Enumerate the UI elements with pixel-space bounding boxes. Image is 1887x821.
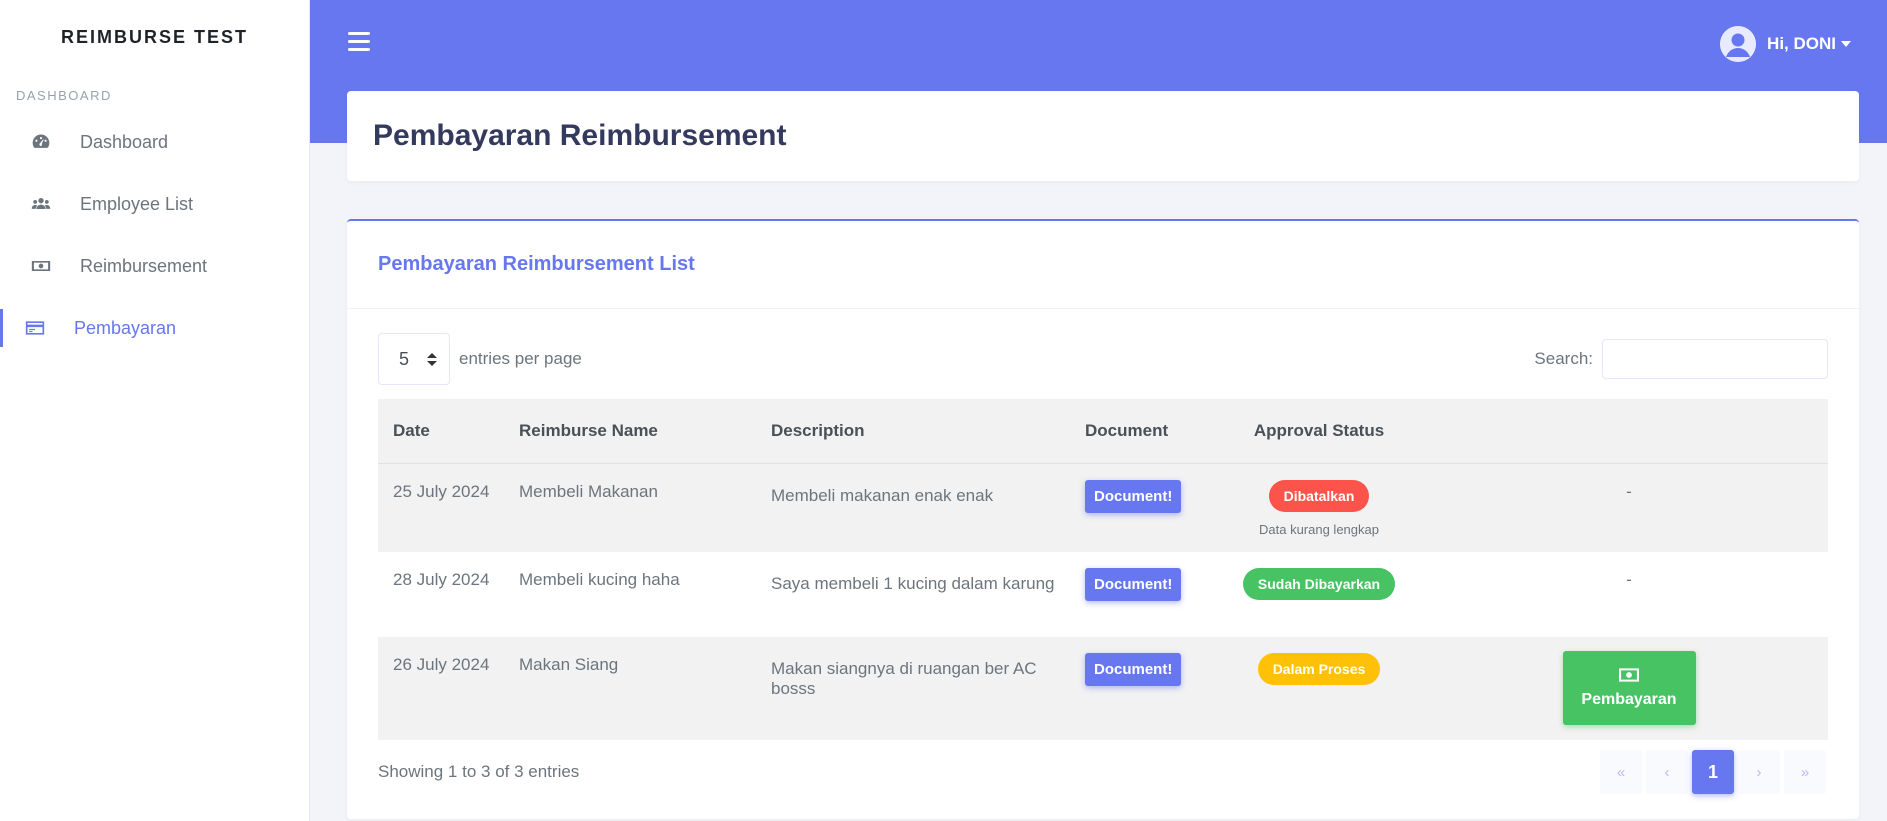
caret-down-icon [1841, 41, 1851, 47]
money-bill-icon [30, 255, 52, 277]
column-header-description[interactable]: Description [756, 399, 1070, 463]
user-menu-dropdown[interactable]: Hi, DONI [1720, 26, 1851, 62]
sidebar-item-reimbursement[interactable]: Reimbursement [0, 235, 309, 297]
pagination-page-button[interactable]: 1 [1692, 750, 1734, 794]
cell-reimburse-name: Makan Siang [519, 655, 619, 674]
document-button[interactable]: Document! [1085, 568, 1182, 601]
cell-action: Pembayaran [1430, 637, 1828, 740]
table-info: Showing 1 to 3 of 3 entries [378, 762, 580, 781]
table-footer: Showing 1 to 3 of 3 entries « ‹ 1 › » [378, 740, 1828, 806]
pagination-first-button[interactable]: « [1600, 750, 1642, 794]
page-title: Pembayaran Reimbursement [373, 119, 787, 152]
cell-description: Makan siangnya di ruangan ber AC bosss [771, 659, 1037, 698]
card-title: Pembayaran Reimbursement List [378, 253, 695, 275]
column-header-approval-status[interactable]: Approval Status [1208, 399, 1430, 463]
cell-date: 25 July 2024 [393, 481, 490, 501]
search-label: Search: [1534, 349, 1593, 368]
pembayaran-button[interactable]: Pembayaran [1562, 651, 1696, 725]
cell-reimburse-name: Membeli kucing haha [519, 570, 680, 589]
table-row: 28 July 2024 Membeli kucing haha Saya me… [378, 552, 1828, 637]
sidebar-item-dashboard[interactable]: Dashboard [0, 111, 309, 173]
user-greeting: Hi, DONI [1767, 34, 1836, 53]
pagination-last-button[interactable]: » [1784, 750, 1826, 794]
reimbursement-table: Date Reimburse Name Description Document… [378, 399, 1828, 740]
pagination: « ‹ 1 › » [1596, 750, 1826, 794]
reimbursement-list-card: Pembayaran Reimbursement List 5 entries … [347, 219, 1859, 819]
pagination-prev-button[interactable]: ‹ [1646, 750, 1688, 794]
search-input[interactable] [1602, 339, 1828, 379]
avatar [1720, 26, 1757, 62]
cell-description: Saya membeli 1 kucing dalam karung [771, 574, 1055, 593]
cell-date: 28 July 2024 [393, 570, 490, 589]
tachometer-icon [30, 131, 52, 153]
cell-date: 26 July 2024 [393, 655, 490, 674]
pembayaran-button-label: Pembayaran [1581, 690, 1677, 708]
status-badge: Sudah Dibayarkan [1242, 568, 1396, 600]
money-bill-icon [1619, 667, 1639, 682]
sidebar: REIMBURSE TEST DASHBOARD Dashboard Emplo… [0, 0, 310, 821]
cell-action: - [1626, 481, 1632, 501]
search-box: Search: [1534, 339, 1828, 379]
users-icon [30, 193, 52, 215]
sidebar-item-label: Dashboard [80, 131, 169, 152]
card-header: Pembayaran Reimbursement List [347, 221, 1859, 309]
cell-description: Membeli makanan enak enak [771, 485, 994, 505]
sidebar-item-pembayaran[interactable]: Pembayaran [0, 297, 309, 359]
table-controls: 5 entries per page Search: [378, 309, 1828, 399]
sidebar-section-label: DASHBOARD [16, 88, 112, 103]
status-badge: Dibatalkan [1268, 479, 1370, 512]
sidebar-item-label: Reimbursement [80, 255, 208, 276]
table-row: 26 July 2024 Makan Siang Makan siangnya … [378, 637, 1828, 740]
credit-card-icon [24, 317, 46, 339]
sidebar-item-label: Pembayaran [74, 317, 177, 338]
table-row: 25 July 2024 Membeli Makanan Membeli mak… [378, 463, 1828, 552]
column-header-reimburse-name[interactable]: Reimburse Name [504, 399, 756, 463]
cell-document: Document! [1070, 463, 1208, 552]
brand-title[interactable]: REIMBURSE TEST [0, 0, 309, 74]
entries-per-page: 5 entries per page [378, 333, 582, 385]
hamburger-menu-icon[interactable] [348, 32, 370, 52]
column-header-document[interactable]: Document [1070, 399, 1208, 463]
status-badge: Dalam Proses [1257, 653, 1381, 685]
status-note: Data kurang lengkap [1259, 521, 1379, 537]
cell-document: Document! [1070, 637, 1208, 740]
sidebar-item-employee-list[interactable]: Employee List [0, 173, 309, 235]
column-header-date[interactable]: Date [378, 399, 504, 463]
cell-approval-status: Sudah Dibayarkan [1208, 552, 1430, 637]
cell-document: Document! [1070, 552, 1208, 637]
card-body: 5 entries per page Search: Date Reimburs… [347, 309, 1859, 806]
pagination-next-button[interactable]: › [1738, 750, 1780, 794]
cell-approval-status: Dalam Proses [1208, 637, 1430, 740]
cell-approval-status: Dibatalkan Data kurang lengkap [1208, 463, 1430, 552]
document-button[interactable]: Document! [1085, 653, 1182, 686]
sort-arrows-icon [427, 353, 437, 366]
page-title-card: Pembayaran Reimbursement [347, 91, 1859, 181]
column-header-action [1430, 399, 1828, 463]
cell-action: - [1626, 570, 1632, 589]
entries-select[interactable]: 5 [378, 333, 450, 385]
document-button[interactable]: Document! [1085, 479, 1182, 513]
entries-label: entries per page [459, 349, 582, 368]
sidebar-item-label: Employee List [80, 193, 194, 214]
table-header-row: Date Reimburse Name Description Document… [378, 399, 1828, 463]
cell-reimburse-name: Membeli Makanan [519, 481, 658, 501]
entries-select-value: 5 [399, 348, 410, 369]
